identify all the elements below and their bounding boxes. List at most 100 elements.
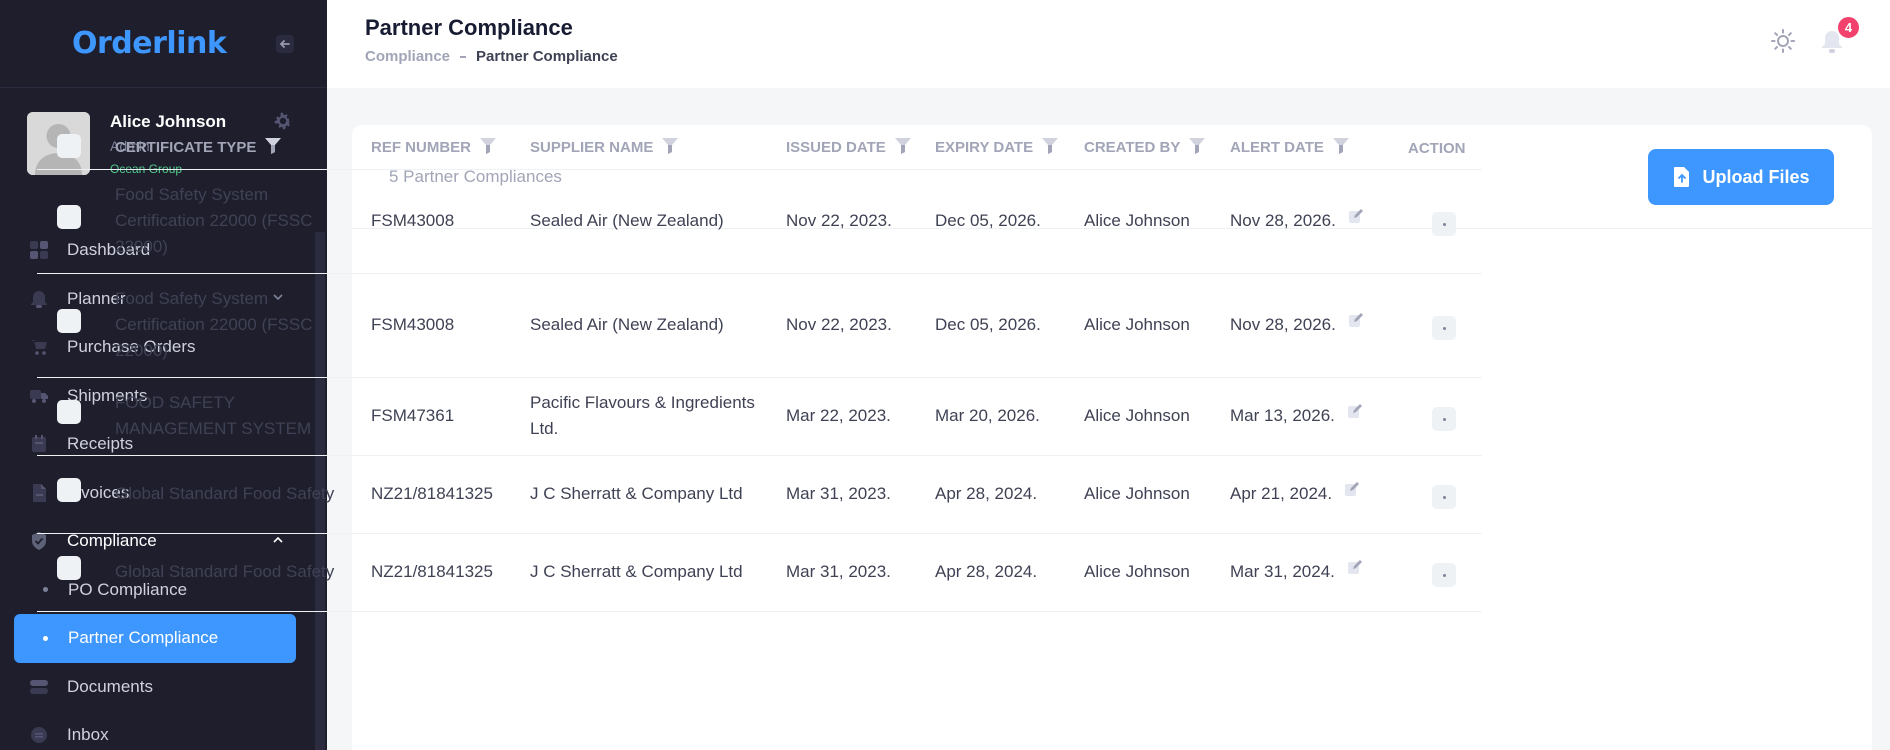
select-all-checkbox[interactable] — [57, 134, 81, 159]
row-checkbox[interactable] — [57, 309, 81, 333]
row-checkbox[interactable] — [57, 205, 81, 229]
filter-icon[interactable] — [1041, 136, 1059, 160]
edit-pencil-icon[interactable] — [1344, 479, 1360, 505]
cell-certificate-type-text: Global Standard Food Safety — [115, 484, 335, 503]
sidebar-item-partner-compliance[interactable]: Partner Compliance — [14, 614, 296, 663]
sidebar-item-documents[interactable]: Documents — [14, 663, 296, 712]
cell-alert-date-text: Mar 13, 2026. — [1230, 406, 1335, 425]
column-label: EXPIRY DATE — [935, 139, 1034, 157]
cell-certificate-type: FOOD SAFETY MANAGEMENT SYSTEM — [115, 377, 371, 456]
breadcrumb-separator — [460, 55, 467, 58]
cell-control — [37, 455, 115, 534]
cell-certificate-type-text: Food Safety System Certification 22000 (… — [115, 185, 313, 256]
cell-supplier-name-text: J C Sherratt & Company Ltd — [530, 562, 743, 581]
cell-created-by-text: Alice Johnson — [1084, 406, 1190, 425]
table-row[interactable]: Food Safety System Certification 22000 (… — [37, 273, 1482, 378]
cell-ref-number-text: FSM43008 — [371, 315, 455, 334]
column-label: CREATED BY — [1084, 139, 1181, 157]
inbox-icon — [31, 727, 47, 744]
column-header-action: ACTION — [1406, 128, 1482, 170]
filter-icon[interactable] — [894, 136, 912, 160]
column-header-expiry-date[interactable]: EXPIRY DATE — [935, 128, 1084, 170]
column-header-ref-number[interactable]: REF NUMBER — [371, 128, 530, 170]
table-row[interactable]: Global Standard Food Safety NZ21/81841325… — [37, 533, 1482, 612]
column-header-created-by[interactable]: CREATED BY — [1084, 128, 1230, 170]
row-action-menu-button[interactable] — [1432, 563, 1456, 588]
cell-issued-date: Mar 31, 2023. — [786, 533, 935, 612]
notification-badge: 4 — [1836, 15, 1861, 40]
cell-issued-date-text: Mar 31, 2023. — [786, 562, 891, 581]
cell-expiry-date-text: Apr 28, 2024. — [935, 562, 1038, 581]
compliance-table: CERTIFICATE TYPE REF NUMBER SUPPLIER NAM… — [37, 128, 1482, 612]
row-checkbox[interactable] — [57, 478, 81, 502]
cell-ref-number: FSM47361 — [371, 377, 530, 456]
edit-pencil-icon[interactable] — [1347, 401, 1363, 427]
table-row[interactable]: FOOD SAFETY MANAGEMENT SYSTEM FSM47361 Pac… — [37, 377, 1482, 456]
cell-alert-date-text: Nov 28, 2026. — [1230, 211, 1336, 230]
cell-expiry-date: Mar 20, 2026. — [935, 377, 1084, 456]
column-header-certificate-type[interactable]: CERTIFICATE TYPE — [115, 128, 371, 170]
sidebar-item-inbox[interactable]: Inbox — [14, 711, 296, 750]
cell-certificate-type-text: FOOD SAFETY MANAGEMENT SYSTEM — [115, 393, 312, 438]
cell-certificate-type: Food Safety System Certification 22000 (… — [115, 169, 371, 274]
cell-issued-date: Nov 22, 2023. — [786, 273, 935, 378]
column-header-supplier-name[interactable]: SUPPLIER NAME — [530, 128, 786, 170]
row-action-menu-button[interactable] — [1432, 316, 1456, 341]
cell-control — [1406, 455, 1482, 534]
cell-created-by-text: Alice Johnson — [1084, 562, 1190, 581]
app-logo[interactable]: Orderlink — [72, 26, 227, 61]
cell-issued-date-text: Nov 22, 2023. — [786, 211, 892, 230]
cell-control — [37, 169, 115, 274]
cell-ref-number-text: FSM47361 — [371, 406, 455, 425]
cell-expiry-date: Apr 28, 2024. — [935, 533, 1084, 612]
cell-supplier-name: J C Sherratt & Company Ltd — [530, 455, 786, 534]
filter-icon[interactable] — [1332, 136, 1350, 160]
file-upload-icon — [1674, 167, 1690, 187]
column-label: SUPPLIER NAME — [530, 139, 654, 157]
filter-icon[interactable] — [661, 136, 679, 160]
column-header-alert-date[interactable]: ALERT DATE — [1230, 128, 1406, 170]
cell-control — [1406, 169, 1482, 274]
table-row[interactable]: Food Safety System Certification 22000 (… — [37, 169, 1482, 274]
cell-expiry-date-text: Mar 20, 2026. — [935, 406, 1040, 425]
cell-ref-number: NZ21/81841325 — [371, 533, 530, 612]
sidebar-item-label: Inbox — [67, 725, 109, 745]
sidebar-collapse-button[interactable] — [273, 32, 297, 56]
sidebar-item-label: Documents — [67, 676, 153, 696]
edit-pencil-icon[interactable] — [1348, 310, 1364, 336]
cell-alert-date: Mar 31, 2024. — [1230, 533, 1406, 612]
more-vertical-icon — [1442, 222, 1446, 226]
cell-issued-date: Mar 31, 2023. — [786, 455, 935, 534]
more-vertical-icon — [1442, 417, 1446, 421]
cell-expiry-date-text: Apr 28, 2024. — [935, 484, 1038, 503]
cell-expiry-date-text: Dec 05, 2026. — [935, 211, 1041, 230]
cell-expiry-date-text: Dec 05, 2026. — [935, 315, 1041, 334]
cell-certificate-type: Food Safety System Certification 22000 (… — [115, 273, 371, 378]
row-action-menu-button[interactable] — [1432, 407, 1456, 432]
cell-supplier-name: Sealed Air (New Zealand) — [530, 169, 786, 274]
column-header-issued-date[interactable]: ISSUED DATE — [786, 128, 935, 170]
cell-alert-date: Mar 13, 2026. — [1230, 377, 1406, 456]
row-action-menu-button[interactable] — [1432, 485, 1456, 510]
row-action-menu-button[interactable] — [1432, 212, 1456, 237]
cell-created-by: Alice Johnson — [1084, 273, 1230, 378]
column-label: ISSUED DATE — [786, 139, 886, 157]
cell-issued-date-text: Mar 31, 2023. — [786, 484, 891, 503]
filter-icon[interactable] — [1188, 136, 1206, 160]
breadcrumb-parent[interactable]: Compliance — [365, 48, 450, 65]
filter-icon[interactable] — [479, 136, 497, 160]
cell-control — [1406, 533, 1482, 612]
edit-pencil-icon[interactable] — [1347, 557, 1363, 583]
edit-pencil-icon[interactable] — [1348, 206, 1364, 232]
theme-toggle-button[interactable] — [1770, 28, 1796, 59]
row-checkbox[interactable] — [57, 556, 81, 580]
arrow-left-icon — [276, 34, 294, 53]
row-checkbox[interactable] — [57, 400, 81, 424]
upload-files-button[interactable]: Upload Files — [1648, 149, 1834, 205]
cell-created-by: Alice Johnson — [1084, 169, 1230, 274]
table-row[interactable]: Global Standard Food Safety NZ21/81841325… — [37, 455, 1482, 534]
column-label: ACTION — [1408, 139, 1466, 157]
filter-icon[interactable] — [264, 136, 282, 160]
cell-alert-date-text: Nov 28, 2026. — [1230, 315, 1336, 334]
cell-alert-date: Apr 21, 2024. — [1230, 455, 1406, 534]
